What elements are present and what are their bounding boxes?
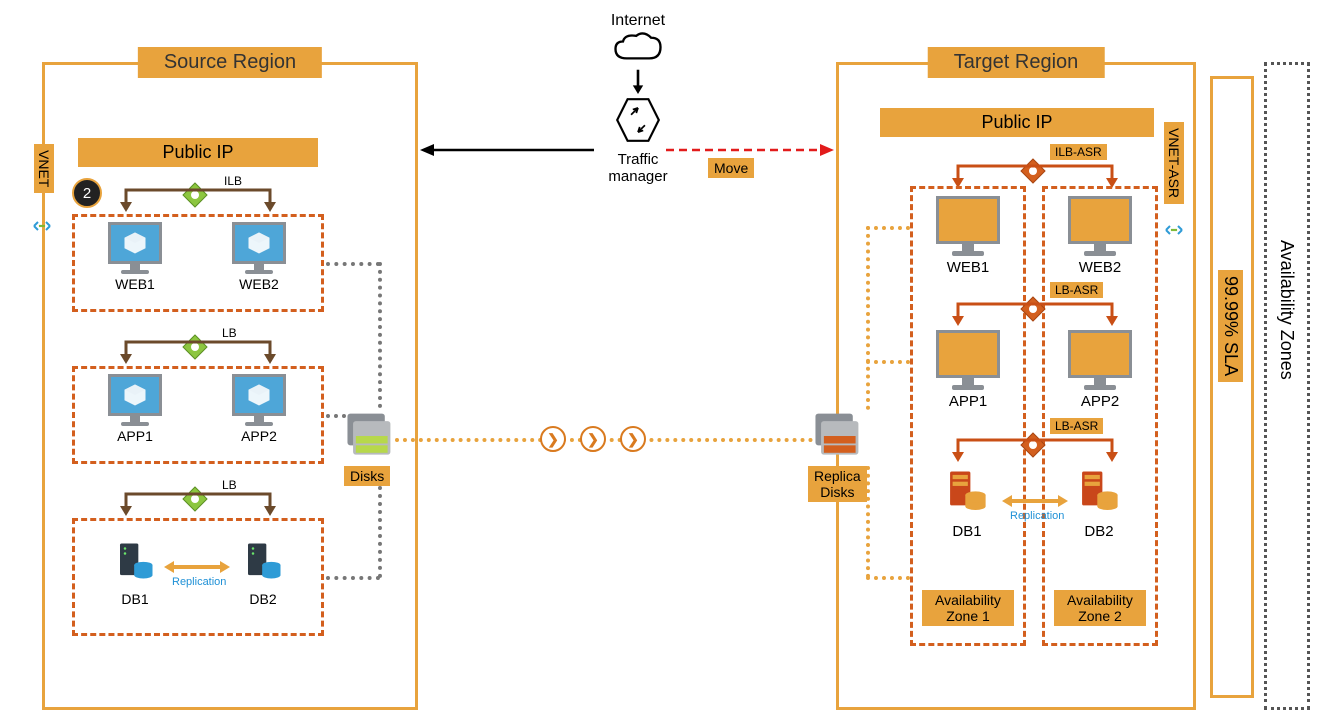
disks-icon: [340, 408, 396, 464]
database-icon: [945, 468, 989, 514]
target-app2: APP2: [1058, 330, 1142, 410]
relay-dot-icon: ❯: [580, 426, 606, 452]
target-vnet-label: VNET-ASR: [1164, 122, 1184, 204]
sla-frame: [1210, 76, 1254, 698]
lb-fanout-icon: [108, 186, 288, 214]
sla-label: 99.99% SLA: [1218, 270, 1243, 382]
source-region-title: Source Region: [138, 47, 322, 78]
move-label: Move: [708, 158, 754, 178]
lb-asr-mid-label: LB-ASR: [1050, 282, 1103, 298]
database-icon: [243, 540, 283, 582]
conn-rdisks-bot: [866, 576, 910, 580]
source-app1: APP1: [100, 374, 170, 444]
lb-fanout-icon: [108, 490, 288, 518]
source-db2: DB2: [228, 540, 298, 607]
target-app1: APP1: [926, 330, 1010, 410]
az2-box: Availability Zone 2: [1054, 590, 1146, 626]
target-web1: WEB1: [926, 196, 1010, 276]
lb-fanout-icon: [108, 338, 288, 366]
conn-web-disks-v: [378, 262, 382, 408]
replication-arrow-icon: [164, 556, 230, 578]
relay-dot-icon: ❯: [540, 426, 566, 452]
target-db2: DB2: [1064, 468, 1134, 540]
cloud-icon: [608, 30, 668, 68]
lb-asr-bot-label: LB-ASR: [1050, 418, 1103, 434]
ilb-asr-label: ILB-ASR: [1050, 144, 1107, 160]
replica-disks-label: Replica Disks: [808, 466, 867, 502]
source-disks: [340, 408, 396, 469]
source-disks-label: Disks: [344, 466, 390, 486]
conn-app-disks: [326, 414, 346, 418]
target-replication-label: Replication: [1010, 510, 1064, 522]
replica-disks: [808, 408, 864, 469]
conn-db-disks: [326, 576, 380, 580]
az-outer-frame: [1264, 62, 1310, 710]
target-web2: WEB2: [1058, 196, 1142, 276]
conn-web-disks: [326, 262, 380, 266]
source-db1: DB1: [100, 540, 170, 607]
vnet-icon: [1162, 218, 1186, 242]
database-icon: [1077, 468, 1121, 514]
source-replication-label: Replication: [172, 576, 226, 588]
conn-db-disks-v: [378, 486, 382, 578]
lb-fanout-icon: [940, 300, 1130, 328]
target-region-title: Target Region: [928, 47, 1105, 78]
source-web1: WEB1: [100, 222, 170, 292]
az1-box: Availability Zone 1: [922, 590, 1014, 626]
disks-icon: [808, 408, 864, 464]
conn-rdisks-top: [866, 226, 910, 230]
arrow-to-target-icon: [666, 140, 836, 160]
source-vnet-label: VNET: [34, 144, 54, 193]
source-web2: WEB2: [224, 222, 294, 292]
source-app2: APP2: [224, 374, 294, 444]
source-public-ip: Public IP: [78, 138, 318, 167]
vnet-icon: [30, 214, 54, 238]
replication-arrow-icon: [1002, 490, 1068, 512]
arrow-to-source-icon: [418, 140, 594, 160]
az-label: Availability Zones: [1276, 240, 1297, 380]
conn-rdisks-v2: [866, 466, 870, 578]
conn-rdisks-v1: [866, 226, 870, 410]
internet-label: Internet: [588, 12, 688, 30]
traffic-manager-icon: [612, 94, 664, 146]
target-db1: DB1: [932, 468, 1002, 540]
target-public-ip: Public IP: [880, 108, 1154, 137]
arrow-down-icon: [629, 68, 647, 94]
step-badge: 2: [72, 178, 102, 208]
database-icon: [115, 540, 155, 582]
relay-dot-icon: ❯: [620, 426, 646, 452]
lb-fanout-icon: [940, 436, 1130, 464]
conn-rdisks-mid: [866, 360, 910, 364]
